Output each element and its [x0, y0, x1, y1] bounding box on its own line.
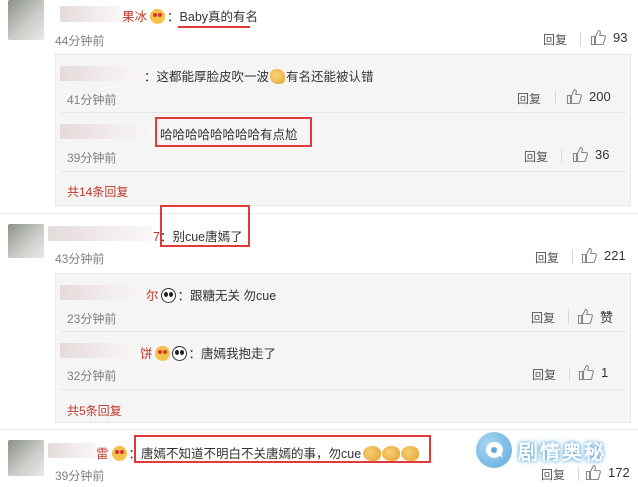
- watermark: 剧情奥秘: [476, 432, 606, 468]
- nickname-blurred[interactable]: [60, 66, 144, 81]
- nickname-blurred[interactable]: [48, 443, 96, 458]
- reply-button[interactable]: 回复: [543, 31, 567, 48]
- nickname-tail[interactable]: 果冰: [122, 10, 147, 24]
- love-emoji-icon: [154, 346, 170, 361]
- like-count: 93: [613, 30, 628, 45]
- nickname-blurred[interactable]: [60, 285, 146, 300]
- comment-divider: [0, 213, 638, 214]
- reply-time: 23分钟前: [67, 312, 117, 326]
- nickname-blurred[interactable]: [60, 6, 122, 22]
- thumbs-up-icon: [577, 308, 593, 325]
- thumbs-up-icon: [578, 364, 594, 381]
- nickname-tail[interactable]: 尔: [146, 289, 159, 303]
- thumbs-up-emoji-icon: [270, 69, 286, 84]
- like-button[interactable]: 93: [590, 29, 627, 46]
- reply-button[interactable]: 回复: [532, 366, 556, 383]
- comment-text: 果冰 ：Baby真的有名: [122, 9, 259, 24]
- row-divider: [60, 331, 626, 332]
- like-count: 赞: [600, 310, 614, 325]
- divider: [580, 32, 581, 46]
- reply-button[interactable]: 回复: [541, 466, 565, 483]
- row-divider: [60, 171, 626, 172]
- like-count: 36: [595, 147, 610, 162]
- reply-text: 饼 ：唐嫣我抱走了: [140, 343, 276, 362]
- nickname-tail[interactable]: 7: [153, 230, 160, 244]
- row-divider: [60, 112, 626, 113]
- like-count: 200: [589, 89, 611, 104]
- comment-time: 43分钟前: [55, 252, 105, 266]
- divider: [561, 149, 562, 163]
- reply-text: 尔 ：跟糖无关 勿cue: [146, 285, 276, 304]
- reply-time: 32分钟前: [67, 369, 117, 383]
- more-replies-link[interactable]: 共14条回复: [67, 183, 128, 200]
- nickname-tail[interactable]: 饼: [140, 347, 153, 361]
- nickname-blurred[interactable]: [60, 124, 155, 139]
- reply-button[interactable]: 回复: [535, 249, 559, 266]
- divider: [572, 250, 573, 264]
- more-replies-link[interactable]: 共5条回复: [67, 402, 122, 419]
- nickname-blurred[interactable]: [60, 343, 140, 358]
- divider: [578, 467, 579, 481]
- comment-time: 44分钟前: [55, 34, 105, 48]
- reply-button[interactable]: 回复: [531, 309, 555, 326]
- reply-body-after: 有名还能被认错: [286, 70, 374, 84]
- reply-time: 41分钟前: [67, 93, 117, 107]
- like-count: 172: [608, 465, 630, 480]
- thumbs-up-icon: [572, 146, 588, 163]
- avatar[interactable]: [8, 440, 44, 476]
- row-divider: [60, 389, 626, 390]
- thumbs-up-icon: [590, 29, 606, 46]
- divider: [568, 310, 569, 324]
- reply-button[interactable]: 回复: [524, 148, 548, 165]
- like-count: 221: [604, 248, 626, 263]
- ok-hand-emoji-icon: [382, 446, 401, 461]
- comment-text: 雷 ：唐嫣不知道不明白不关唐嫣的事，勿cue: [96, 443, 420, 462]
- reply-body: ：这都能厚脸皮吹一波: [144, 70, 270, 84]
- comment-time: 39分钟前: [55, 469, 105, 483]
- watermark-logo-icon: [476, 432, 512, 468]
- ok-hand-emoji-icon: [363, 446, 382, 461]
- reply-button[interactable]: 回复: [517, 90, 541, 107]
- reply-body: 哈哈哈哈哈哈哈哈有点尬: [160, 128, 298, 142]
- panda-emoji-icon: [160, 288, 176, 303]
- like-count: 1: [601, 365, 609, 380]
- comment-text: 7：别cue唐嫣了: [153, 226, 243, 245]
- like-button[interactable]: 1: [578, 364, 608, 381]
- highlight-underline: [178, 26, 250, 28]
- like-button[interactable]: 36: [572, 146, 609, 163]
- reply-body: ：唐嫣我抱走了: [188, 347, 277, 361]
- nickname-blurred[interactable]: [48, 226, 152, 241]
- comment-body: Baby真的有名: [179, 10, 259, 24]
- comment-body: ：唐嫣不知道不明白不关唐嫣的事，勿cue: [128, 447, 362, 461]
- reply-body: ：跟糖无关 勿cue: [177, 289, 277, 303]
- like-button[interactable]: 200: [566, 88, 611, 105]
- reply-text: ：这都能厚脸皮吹一波 有名还能被认错: [144, 66, 374, 85]
- watermark-text: 剧情奥秘: [518, 441, 606, 464]
- comment-body: ：别cue唐嫣了: [159, 230, 243, 244]
- thumbs-up-icon: [566, 88, 582, 105]
- divider: [569, 367, 570, 381]
- like-button[interactable]: 221: [581, 247, 626, 264]
- nickname-tail[interactable]: 雷: [96, 447, 109, 461]
- reply-text: 哈哈哈哈哈哈哈哈有点尬: [160, 124, 298, 143]
- reply-time: 39分钟前: [67, 151, 117, 165]
- panda-emoji-icon: [171, 346, 187, 361]
- ok-hand-emoji-icon: [401, 446, 420, 461]
- love-emoji-icon: [111, 446, 127, 461]
- avatar[interactable]: [8, 224, 44, 258]
- comment-divider: [0, 429, 638, 430]
- thumbs-up-icon: [581, 247, 597, 264]
- avatar[interactable]: [8, 0, 44, 40]
- divider: [555, 91, 556, 105]
- love-emoji-icon: [150, 9, 166, 24]
- like-button[interactable]: 赞: [577, 307, 613, 326]
